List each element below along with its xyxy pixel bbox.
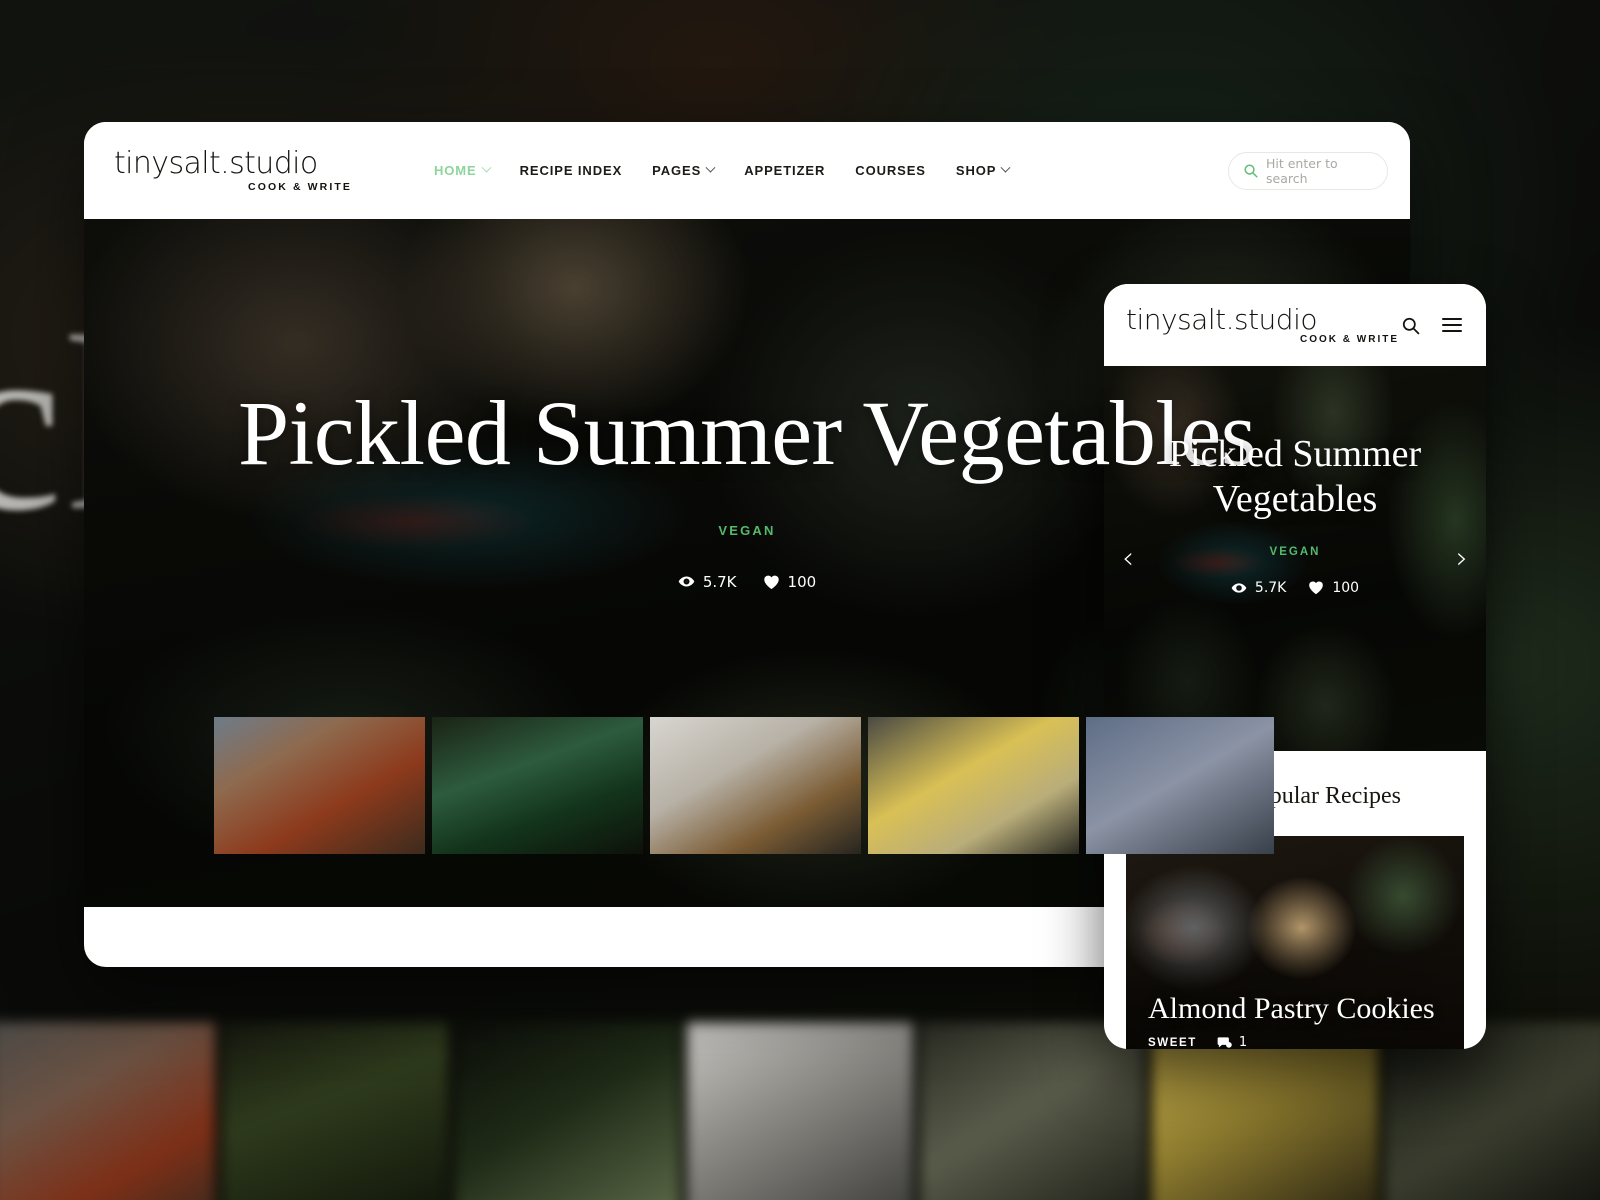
heart-icon — [763, 575, 779, 589]
nav-item-courses[interactable]: COURSES — [855, 163, 926, 178]
desktop-site-header: tinysalt.studio COOK & WRITE HOME RECIPE… — [84, 122, 1410, 219]
site-logo[interactable]: tinysalt.studio COOK & WRITE — [114, 148, 354, 193]
nav-item-appetizer[interactable]: APPETIZER — [744, 163, 825, 178]
background-thumbnail — [0, 1022, 216, 1200]
background-thumbnail — [687, 1022, 913, 1200]
mobile-hero-category-tag[interactable]: VEGAN — [1138, 546, 1452, 558]
view-count-value: 5.7K — [702, 572, 737, 591]
nav-item-label: SHOP — [955, 163, 997, 178]
mobile-like-count: 100 — [1308, 580, 1359, 596]
recipe-card-meta: SWEET 1 — [1148, 1035, 1446, 1049]
carousel-next-arrow[interactable]: › — [1456, 543, 1468, 574]
chevron-down-icon — [1000, 162, 1011, 173]
mobile-logo-wordmark: tinysalt.studio — [1126, 302, 1317, 336]
heart-icon — [1309, 581, 1324, 595]
nav-item-home[interactable]: HOME — [434, 162, 492, 178]
recipe-card-body: Almond Pastry Cookies SWEET 1 — [1148, 992, 1446, 1049]
carousel-prev-arrow[interactable]: ‹ — [1122, 543, 1134, 574]
nav-item-shop[interactable]: SHOP — [955, 162, 1011, 178]
recipe-card-comment-count: 1 — [1217, 1035, 1247, 1049]
comment-icon — [1217, 1036, 1232, 1048]
hero-thumbnail-strip[interactable] — [214, 717, 1274, 854]
main-navigation: HOME RECIPE INDEX PAGES APPETIZER COURSE… — [354, 162, 1228, 178]
eye-icon — [1231, 582, 1247, 593]
like-count-value: 100 — [787, 572, 817, 591]
nav-item-label: APPETIZER — [744, 163, 826, 178]
background-thumbnail — [454, 1022, 681, 1200]
hero-thumbnail-1[interactable] — [214, 717, 425, 854]
mobile-view-count: 5.7K — [1231, 580, 1286, 596]
recipe-card-category[interactable]: SWEET — [1148, 1037, 1197, 1049]
mobile-header-actions — [1401, 316, 1462, 335]
mobile-hero-content: Pickled Summer Vegetables VEGAN 5.7K 100 — [1138, 432, 1452, 596]
recipe-card-title[interactable]: Almond Pastry Cookies — [1148, 992, 1446, 1025]
hero-thumbnail-3[interactable] — [650, 717, 861, 854]
background-thumbnail — [222, 1022, 448, 1200]
hero-thumbnail-2[interactable] — [432, 717, 643, 854]
chevron-down-icon — [481, 162, 492, 173]
view-count: 5.7K — [678, 573, 737, 591]
mobile-site-logo[interactable]: tinysalt.studio COOK & WRITE — [1126, 302, 1401, 346]
mobile-like-count-value: 100 — [1332, 579, 1360, 596]
hamburger-line — [1442, 329, 1462, 332]
nav-item-pages[interactable]: PAGES — [652, 162, 716, 178]
hero-thumbnail-5[interactable] — [1086, 717, 1274, 854]
like-count: 100 — [763, 572, 817, 591]
hero-thumbnail-4[interactable] — [868, 717, 1079, 854]
search-input[interactable]: Hit enter to search — [1228, 151, 1388, 190]
nav-item-recipe-index[interactable]: RECIPE INDEX — [520, 163, 623, 178]
chevron-down-icon — [705, 162, 716, 173]
mobile-hero-stats: 5.7K 100 — [1138, 580, 1452, 596]
background-thumbnail — [919, 1022, 1146, 1200]
nav-item-label: RECIPE INDEX — [519, 163, 623, 178]
mobile-site-header: tinysalt.studio COOK & WRITE — [1104, 284, 1486, 366]
search-placeholder: Hit enter to search — [1266, 155, 1338, 186]
nav-item-label: HOME — [434, 163, 477, 178]
hamburger-line — [1442, 324, 1462, 326]
hamburger-line — [1442, 318, 1462, 321]
mobile-view-count-value: 5.7K — [1254, 579, 1287, 596]
logo-wordmark: tinysalt.studio — [114, 146, 318, 182]
hamburger-menu-icon[interactable] — [1442, 318, 1462, 332]
mobile-logo-tagline: COOK & WRITE — [1300, 334, 1399, 346]
nav-item-label: PAGES — [652, 163, 702, 178]
search-icon[interactable] — [1401, 316, 1420, 335]
nav-item-label: COURSES — [855, 163, 926, 178]
recipe-card-comment-value: 1 — [1238, 1035, 1248, 1049]
mobile-hero-title[interactable]: Pickled Summer Vegetables — [1138, 432, 1452, 522]
eye-icon — [678, 576, 695, 587]
search-icon — [1244, 164, 1258, 178]
logo-tagline: COOK & WRITE — [248, 180, 352, 193]
recipe-card[interactable]: Almond Pastry Cookies SWEET 1 — [1126, 836, 1464, 1049]
